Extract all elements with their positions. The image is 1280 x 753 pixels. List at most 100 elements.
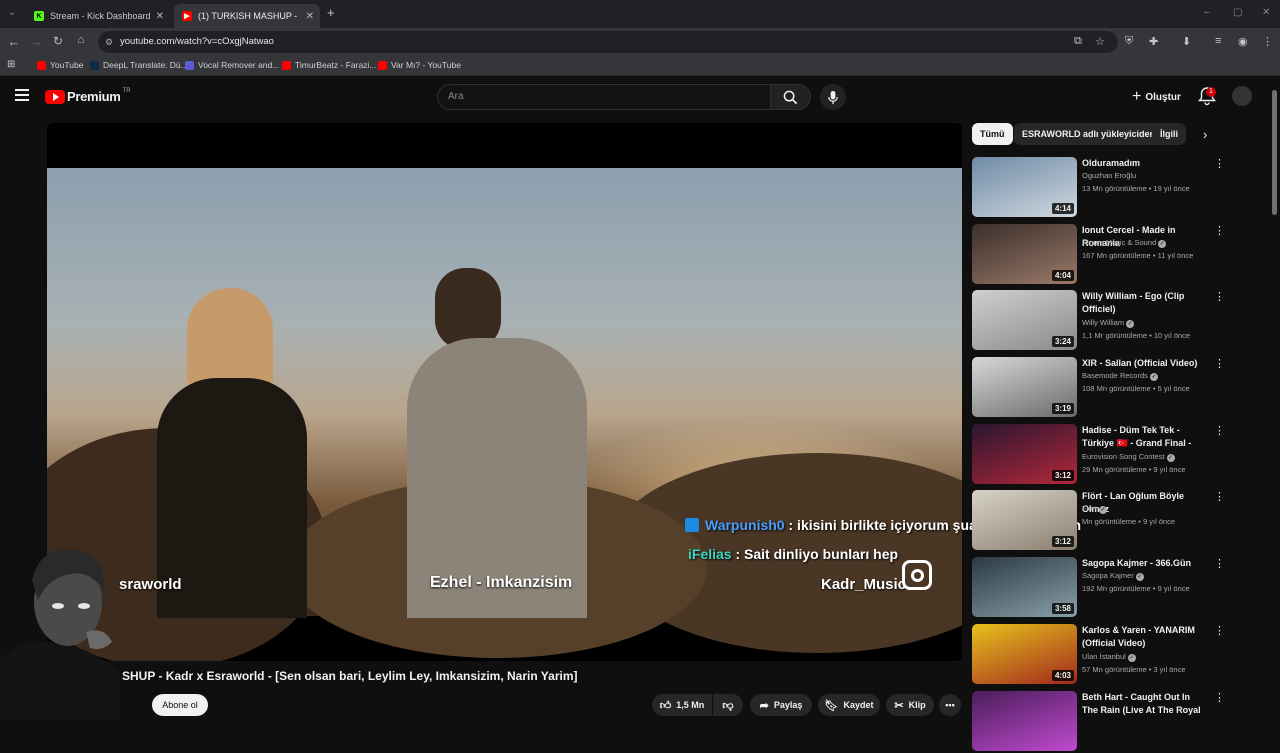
voice-search-button[interactable] <box>820 84 846 110</box>
more-vertical-icon[interactable]: ⋮ <box>1214 691 1225 704</box>
chip-from-uploader[interactable]: ESRAWORLD adlı yükleyiciden <box>1014 123 1164 145</box>
recommendation-item[interactable]: 3:12 Hadise - Düm Tek Tek - Türkiye 🇹🇷 - … <box>972 424 1225 486</box>
tab-search-icon[interactable]: ⌄ <box>8 7 16 18</box>
shield-extension-icon[interactable]: ⛨ <box>1125 35 1133 48</box>
share-button[interactable]: ➦ Paylaş <box>750 694 812 716</box>
video-thumbnail[interactable]: 4:04 <box>972 224 1077 284</box>
duration-badge: 3:19 <box>1051 403 1074 414</box>
extensions-icon[interactable]: ✚ <box>1149 35 1158 48</box>
recommendation-title[interactable]: Karlos & Yaren - YANARIM (Official Video… <box>1082 624 1207 650</box>
channel-name[interactable]: Ulan İstanbul ✓ <box>1082 652 1136 662</box>
recommendation-item[interactable]: 3:24 Willy William - Ego (Clip Officiel) W… <box>972 290 1225 352</box>
window-close-icon[interactable]: ✕ <box>1262 7 1270 18</box>
chip-related[interactable]: İlgili <box>1152 123 1186 145</box>
recommendation-item[interactable]: 4:03 Karlos & Yaren - YANARIM (Official V… <box>972 624 1225 686</box>
like-button[interactable]: 👍︎ 1,5 Mn <box>652 694 712 716</box>
bookmark-var-mi[interactable]: Var Mı? - YouTube <box>378 60 461 70</box>
share-icon: ➦ <box>759 699 769 712</box>
more-vertical-icon[interactable]: ⋮ <box>1214 424 1225 437</box>
more-vertical-icon[interactable]: ⋮ <box>1214 224 1225 237</box>
channel-name[interactable]: Amma Music & Sound ✓ <box>1082 238 1167 248</box>
video-thumbnail[interactable]: 3:58 <box>972 557 1077 617</box>
youtube-premium-logo[interactable]: Premium TR <box>45 88 131 104</box>
downloads-icon[interactable]: ⬇ <box>1182 35 1191 48</box>
maximize-icon[interactable]: ▢ <box>1233 7 1242 18</box>
recommendation-item[interactable]: 3:58 Sagopa Kajmer - 366.Gün Sagopa Kajmer… <box>972 557 1225 619</box>
bookmark-star-icon[interactable]: ☆ <box>1095 35 1105 48</box>
channel-name[interactable]: Eurovision Song Contest ✓ <box>1082 452 1175 462</box>
recommendation-item[interactable]: 4:14 Olduramadım Oguzhan Eroğlu 13 Mn görün… <box>972 157 1225 219</box>
recommendation-item[interactable]: 3:12 Flört - Lan Oğlum Böyle Olmaz Flört ✓… <box>972 490 1225 552</box>
channel-name[interactable]: Basemode Records ✓ <box>1082 371 1158 381</box>
more-vertical-icon[interactable]: ⋮ <box>1214 490 1225 503</box>
create-button[interactable]: + Oluştur <box>1124 84 1189 110</box>
save-button[interactable]: 🔖︎ Kaydet <box>818 694 880 716</box>
more-vertical-icon[interactable]: ⋮ <box>1214 557 1225 570</box>
site-info-icon[interactable]: ⚙ <box>105 31 113 53</box>
reload-icon[interactable]: ↻ <box>50 34 66 48</box>
account-avatar[interactable] <box>1232 86 1252 106</box>
recommendation-title[interactable]: Beth Hart - Caught Out In The Rain (Live… <box>1082 691 1207 717</box>
channel-name[interactable]: Flört ✓ <box>1082 504 1108 514</box>
browser-tab-bar: ⌄ K Stream - Kick Dashboard ✕ ▶ (1) TURK… <box>0 0 1280 28</box>
bookmark-timurbeatz[interactable]: TimurBeatz - Farazi... <box>282 60 376 70</box>
video-thumbnail[interactable]: 4:14 <box>972 157 1077 217</box>
more-vertical-icon[interactable]: ⋮ <box>1214 357 1225 370</box>
clip-button[interactable]: ✂ Klip <box>886 694 934 716</box>
chat-badge-icon <box>685 518 699 532</box>
home-icon[interactable]: ⌂ <box>73 34 89 46</box>
video-thumbnail[interactable]: 3:12 <box>972 490 1077 550</box>
tab-youtube-video[interactable]: ▶ (1) TURKISH MASHUP - Kadr x ✕ <box>174 4 320 28</box>
recommendation-title[interactable]: Willy William - Ego (Clip Officiel) <box>1082 290 1207 316</box>
new-tab-button[interactable]: + <box>327 5 335 20</box>
media-control-icon[interactable]: ≡ <box>1215 35 1221 47</box>
dislike-button[interactable]: 👎︎ <box>713 694 743 716</box>
bookmark-label: TimurBeatz - Farazi... <box>295 60 377 70</box>
recommendation-title[interactable]: Hadise - Düm Tek Tek - Türkiye 🇹🇷 - Gran… <box>1082 424 1207 450</box>
recommendation-item[interactable]: 4:04 Ionut Cercel - Made in Romania Amma M… <box>972 224 1225 286</box>
bookmark-deepl[interactable]: DeepL Translate: Dü... <box>90 60 188 70</box>
tab-kick-dashboard[interactable]: K Stream - Kick Dashboard ✕ <box>26 4 170 28</box>
chevron-right-icon[interactable]: › <box>1203 127 1207 142</box>
bookmark-youtube[interactable]: YouTube <box>37 60 83 70</box>
bookmark-vocal-remover[interactable]: Vocal Remover and... <box>185 60 279 70</box>
recommendation-item[interactable]: Beth Hart - Caught Out In The Rain (Live… <box>972 691 1225 753</box>
search-input[interactable]: Ara <box>437 84 771 110</box>
more-vertical-icon[interactable]: ⋮ <box>1214 624 1225 637</box>
video-thumbnail[interactable]: 3:19 <box>972 357 1077 417</box>
minimize-icon[interactable]: – <box>1204 7 1210 18</box>
browser-menu-icon[interactable]: ⋮ <box>1262 35 1273 48</box>
search-button[interactable] <box>771 84 811 110</box>
subscribe-button[interactable]: Abone ol <box>152 694 208 716</box>
chip-all[interactable]: Tümü <box>972 123 1013 145</box>
tab-close-icon[interactable]: ✕ <box>306 11 314 22</box>
bookmarks-bar: ⊞ YouTube DeepL Translate: Dü... Vocal R… <box>0 56 1280 76</box>
profile-icon[interactable]: ◉ <box>1238 35 1248 48</box>
back-icon[interactable]: ← <box>6 34 22 49</box>
recommendation-title[interactable]: Sagopa Kajmer - 366.Gün <box>1082 557 1207 570</box>
page-scrollbar[interactable] <box>1272 90 1277 215</box>
youtube-icon <box>282 60 291 70</box>
video-thumbnail[interactable] <box>972 691 1077 751</box>
hamburger-menu-icon[interactable] <box>15 89 29 104</box>
tab-close-icon[interactable]: ✕ <box>156 11 164 22</box>
recommendation-title[interactable]: XIR - Sallan (Official Video) <box>1082 357 1207 370</box>
video-thumbnail[interactable]: 3:24 <box>972 290 1077 350</box>
apps-grid-icon[interactable]: ⊞ <box>7 59 15 70</box>
video-player[interactable]: sraworld Ezhel - Imkanzisim Kadr_Music <box>47 123 962 661</box>
channel-name[interactable]: Willy William ✓ <box>1082 318 1135 328</box>
url-field[interactable]: ⚙ youtube.com/watch?v=cOxgjNatwao <box>98 31 1118 53</box>
channel-name[interactable]: Sagopa Kajmer ✓ <box>1082 571 1144 581</box>
video-thumbnail[interactable]: 3:12 <box>972 424 1077 484</box>
instagram-icon <box>902 560 932 590</box>
more-vertical-icon[interactable]: ⋮ <box>1214 157 1225 170</box>
video-thumbnail[interactable]: 4:03 <box>972 624 1077 684</box>
channel-name[interactable]: Oguzhan Eroğlu <box>1082 171 1136 180</box>
install-app-icon[interactable]: ⧉ <box>1074 35 1082 48</box>
recommendation-title[interactable]: Olduramadım <box>1082 157 1207 170</box>
more-vertical-icon[interactable]: ⋮ <box>1214 290 1225 303</box>
recommendation-item[interactable]: 3:19 XIR - Sallan (Official Video) Basemod… <box>972 357 1225 419</box>
forward-icon[interactable]: → <box>28 34 44 49</box>
more-actions-button[interactable]: ••• <box>939 694 961 716</box>
video-title: SHUP - Kadr x Esraworld - [Sen olsan bar… <box>122 669 578 683</box>
